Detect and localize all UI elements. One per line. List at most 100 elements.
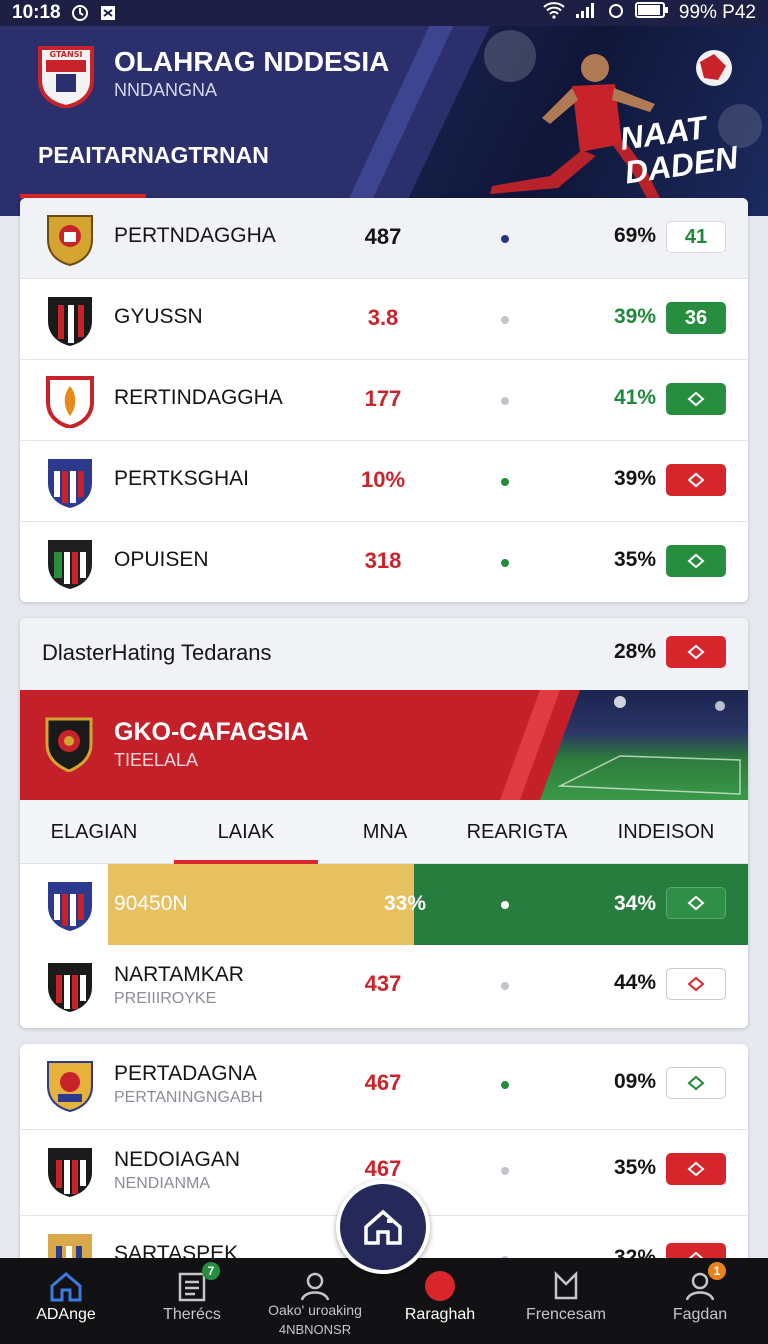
team-name: PERTNDAGGHA <box>114 224 276 247</box>
user-icon <box>300 1272 330 1301</box>
team-crest-icon <box>44 212 96 267</box>
table-row[interactable]: OPUISEN 318 35% <box>20 522 748 602</box>
team-crest-icon <box>44 878 96 937</box>
tag-icon-button[interactable] <box>666 1153 726 1185</box>
section-title[interactable]: PEAITARNAGTRNAN <box>38 142 269 169</box>
match-title: GKO-CAFAGSIA <box>114 718 309 746</box>
tag-icon-button[interactable] <box>666 1067 726 1099</box>
team-name: RERTINDAGGHA <box>114 386 283 409</box>
match-banner[interactable]: GKO-CAFAGSIA TIEELALA <box>20 690 748 800</box>
nav-ranking[interactable]: Oako' uroaking 4NBNONSR <box>250 1258 380 1344</box>
nav-teams[interactable]: Frencesam <box>500 1258 632 1344</box>
nav-ranking-label: Oako' uroaking <box>268 1302 362 1318</box>
tab-mna[interactable]: MNA <box>320 800 450 864</box>
status-time: 10:18 <box>12 2 61 23</box>
team-crest-icon <box>44 959 96 1013</box>
app-title: OLAHRAG NDDESIA <box>114 46 390 77</box>
alarm-icon <box>607 1 625 25</box>
status-dot <box>501 559 509 567</box>
score-badge[interactable]: 36 <box>666 302 726 334</box>
live-dot-icon <box>425 1271 455 1301</box>
nav-teams-label: Frencesam <box>525 1306 607 1323</box>
team-percent: 39% <box>613 467 656 490</box>
status-dot <box>501 316 509 324</box>
table-row[interactable]: PERTNDAGGHA 487 69% 41 <box>20 198 748 279</box>
battery-text: 99% P42 <box>678 2 756 23</box>
team-name: PERTADAGNA <box>114 1062 257 1085</box>
nav-badge: 7 <box>202 1262 220 1280</box>
battery-icon <box>634 2 669 24</box>
team-crest-icon <box>44 1144 96 1198</box>
match-heading-percent: 28% <box>613 640 656 663</box>
nav-live-label: Raraghah <box>404 1306 476 1323</box>
tag-icon-button[interactable] <box>666 545 726 577</box>
team-percent: 34% <box>613 892 656 915</box>
score-badge[interactable]: 41 <box>666 221 726 253</box>
tag-icon-button[interactable] <box>666 636 726 668</box>
match-heading: DlasterHating Tedarans <box>42 640 272 665</box>
team-score: 318 <box>364 548 402 573</box>
tab-elagian[interactable]: ELAGIAN <box>20 800 168 864</box>
team-score: 3.8 <box>367 305 399 330</box>
table-row[interactable]: RERTINDAGGHA 177 41% <box>20 360 748 441</box>
stadium-image <box>540 690 748 800</box>
highlighted-row[interactable]: 90450N 33% 34% <box>20 864 748 945</box>
tag-icon-button[interactable] <box>666 464 726 496</box>
home-fab-button[interactable] <box>336 1180 430 1274</box>
table-row[interactable]: PERTADAGNA PERTANINGNGABH 467 09% <box>20 1044 748 1130</box>
team-crest-icon <box>44 293 96 347</box>
team-percent: 69% <box>613 224 656 247</box>
hero-banner: GTANSI OLAHRAG NDDESIA NNDANGNA PEAITARN… <box>0 26 768 216</box>
tag-icon-button[interactable] <box>666 383 726 415</box>
tag-icon-button[interactable] <box>666 887 726 919</box>
tag-icon-button[interactable] <box>666 968 726 1000</box>
team-score: 467 <box>364 1156 402 1181</box>
signal-icon <box>575 1 597 25</box>
nav-fixtures-label: Therécs <box>163 1306 221 1323</box>
standings-card: PERTNDAGGHA 487 69% 41 GYUSSN 3.8 39% 36… <box>20 198 748 602</box>
status-dot <box>501 901 509 909</box>
team-percent: 39% <box>613 305 656 328</box>
team-score: 437 <box>364 971 402 996</box>
tab-laiak-label: LAIAK <box>217 820 275 843</box>
team-score: 10% <box>360 467 406 492</box>
team-percent: 35% <box>613 1156 656 1179</box>
nav-profile[interactable]: 1 Fagdan <box>632 1258 768 1344</box>
crest-text: GTANSI <box>50 50 83 59</box>
status-bar: 10:18 99% P42 <box>0 0 768 26</box>
club-crest-icon <box>44 716 94 773</box>
home-icon <box>364 1209 402 1245</box>
team-name: OPUISEN <box>114 548 209 571</box>
sync-icon <box>71 4 89 22</box>
app-subtitle: NNDANGNA <box>114 80 218 100</box>
nav-profile-label: Fagdan <box>672 1306 728 1323</box>
table-row[interactable]: GYUSSN 3.8 39% 36 <box>20 279 748 360</box>
team-percent: 09% <box>613 1070 656 1093</box>
tab-laiak[interactable]: LAIAK <box>174 800 318 864</box>
table-row[interactable]: PERTKSGHAI 10% 39% <box>20 441 748 522</box>
team-percent: 35% <box>613 548 656 571</box>
table-row[interactable]: NARTAMKAR PREIIIROYKE 437 44% <box>20 945 748 1028</box>
tab-rearigta[interactable]: REARIGTA <box>452 800 582 864</box>
team-subtitle: PERTANINGNGABH <box>114 1089 263 1106</box>
match-heading-row[interactable]: DlasterHating Tedarans 28% <box>20 618 748 690</box>
status-dot <box>501 235 509 243</box>
team-crest-icon <box>44 374 96 430</box>
nav-ranking-sublabel: 4NBNONSR <box>278 1322 352 1337</box>
match-subtitle: TIEELALA <box>114 750 199 770</box>
status-dot <box>501 1081 509 1089</box>
team-percent: 41% <box>613 386 656 409</box>
team-crest-icon <box>44 455 96 509</box>
team-crest-icon <box>44 1058 96 1113</box>
nav-fixtures[interactable]: 7 Therécs <box>128 1258 256 1344</box>
team-name: PERTKSGHAI <box>114 467 249 490</box>
team-name: NARTAMKAR <box>114 963 244 986</box>
nav-home[interactable]: ADAnge <box>0 1258 132 1344</box>
tab-indeison[interactable]: INDEISON <box>590 800 742 864</box>
team-name: GYUSSN <box>114 305 203 328</box>
status-dot <box>501 478 509 486</box>
nav-home-label: ADAnge <box>36 1306 96 1323</box>
status-dot <box>501 982 509 990</box>
tab-bar: ELAGIAN LAIAK MNA REARIGTA INDEISON <box>20 800 748 864</box>
banner-slogan: NAAT DADEN <box>618 106 740 190</box>
